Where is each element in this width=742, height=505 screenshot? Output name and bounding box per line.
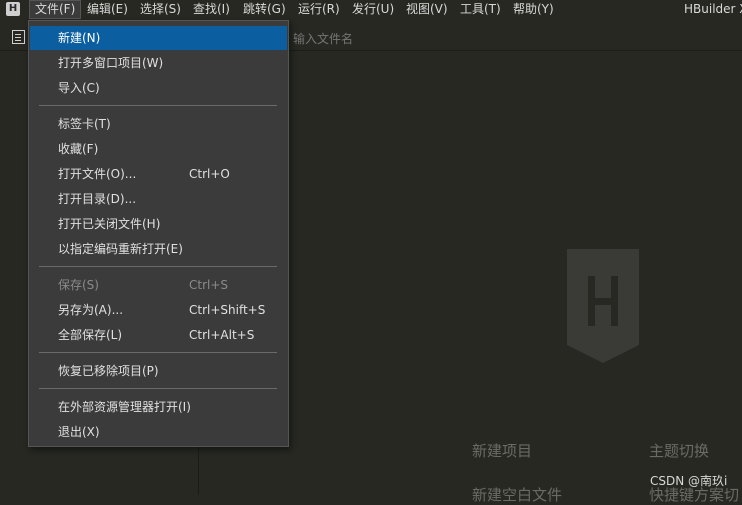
menu-item-open-multi-window-project[interactable]: 打开多窗口项目(W) <box>30 51 287 75</box>
menu-item-new[interactable]: 新建(N) <box>30 26 287 50</box>
menu-tools[interactable]: 工具(T) <box>455 0 506 19</box>
menu-item-save-as[interactable]: 另存为(A)... Ctrl+Shift+S <box>30 298 287 322</box>
menu-item-open-in-explorer[interactable]: 在外部资源管理器打开(I) <box>30 395 287 419</box>
hbuilder-watermark-logo <box>567 249 639 363</box>
menu-file[interactable]: 文件(F) <box>29 0 82 19</box>
menu-edit[interactable]: 编辑(E) <box>82 0 133 19</box>
menu-item-favorites[interactable]: 收藏(F) <box>30 137 287 161</box>
menu-find[interactable]: 查找(I) <box>188 0 235 19</box>
theme-switch-link[interactable]: 主题切换 <box>649 440 709 461</box>
menu-publish[interactable]: 发行(U) <box>347 0 399 19</box>
menu-bar: H 文件(F) 编辑(E) 选择(S) 查找(I) 跳转(G) 运行(R) 发行… <box>0 0 742 20</box>
menu-item-open-directory[interactable]: 打开目录(D)... <box>30 187 287 211</box>
menu-item-tab-card[interactable]: 标签卡(T) <box>30 112 287 136</box>
menu-separator <box>39 266 277 267</box>
menu-separator <box>39 105 277 106</box>
menu-help[interactable]: 帮助(Y) <box>508 0 559 19</box>
menu-goto[interactable]: 跳转(G) <box>238 0 291 19</box>
menu-item-import[interactable]: 导入(C) <box>30 76 287 100</box>
menu-item-restore-removed-project[interactable]: 恢复已移除项目(P) <box>30 359 287 383</box>
csdn-watermark: CSDN @南玖i <box>650 474 728 488</box>
menu-item-open-file[interactable]: 打开文件(O)... Ctrl+O <box>30 162 287 186</box>
file-search-input[interactable] <box>291 27 595 51</box>
menu-run[interactable]: 运行(R) <box>293 0 345 19</box>
menu-view[interactable]: 视图(V) <box>401 0 453 19</box>
new-project-link[interactable]: 新建项目 <box>472 440 532 461</box>
menu-select[interactable]: 选择(S) <box>135 0 186 19</box>
menu-separator <box>39 388 277 389</box>
menu-item-open-closed-file[interactable]: 打开已关闭文件(H) <box>30 212 287 236</box>
menu-separator <box>39 352 277 353</box>
menu-item-exit[interactable]: 退出(X) <box>30 420 287 444</box>
menu-item-save[interactable]: 保存(S) Ctrl+S <box>30 273 287 297</box>
file-dropdown-menu: 新建(N) 打开多窗口项目(W) 导入(C) 标签卡(T) 收藏(F) 打开文件… <box>28 20 289 447</box>
menu-item-save-all[interactable]: 全部保存(L) Ctrl+Alt+S <box>30 323 287 347</box>
menu-item-reopen-with-encoding[interactable]: 以指定编码重新打开(E) <box>30 237 287 261</box>
app-title: HBuilder X <box>684 2 742 16</box>
hbuilder-logo-icon: H <box>6 2 20 16</box>
new-file-icon[interactable] <box>12 30 25 44</box>
